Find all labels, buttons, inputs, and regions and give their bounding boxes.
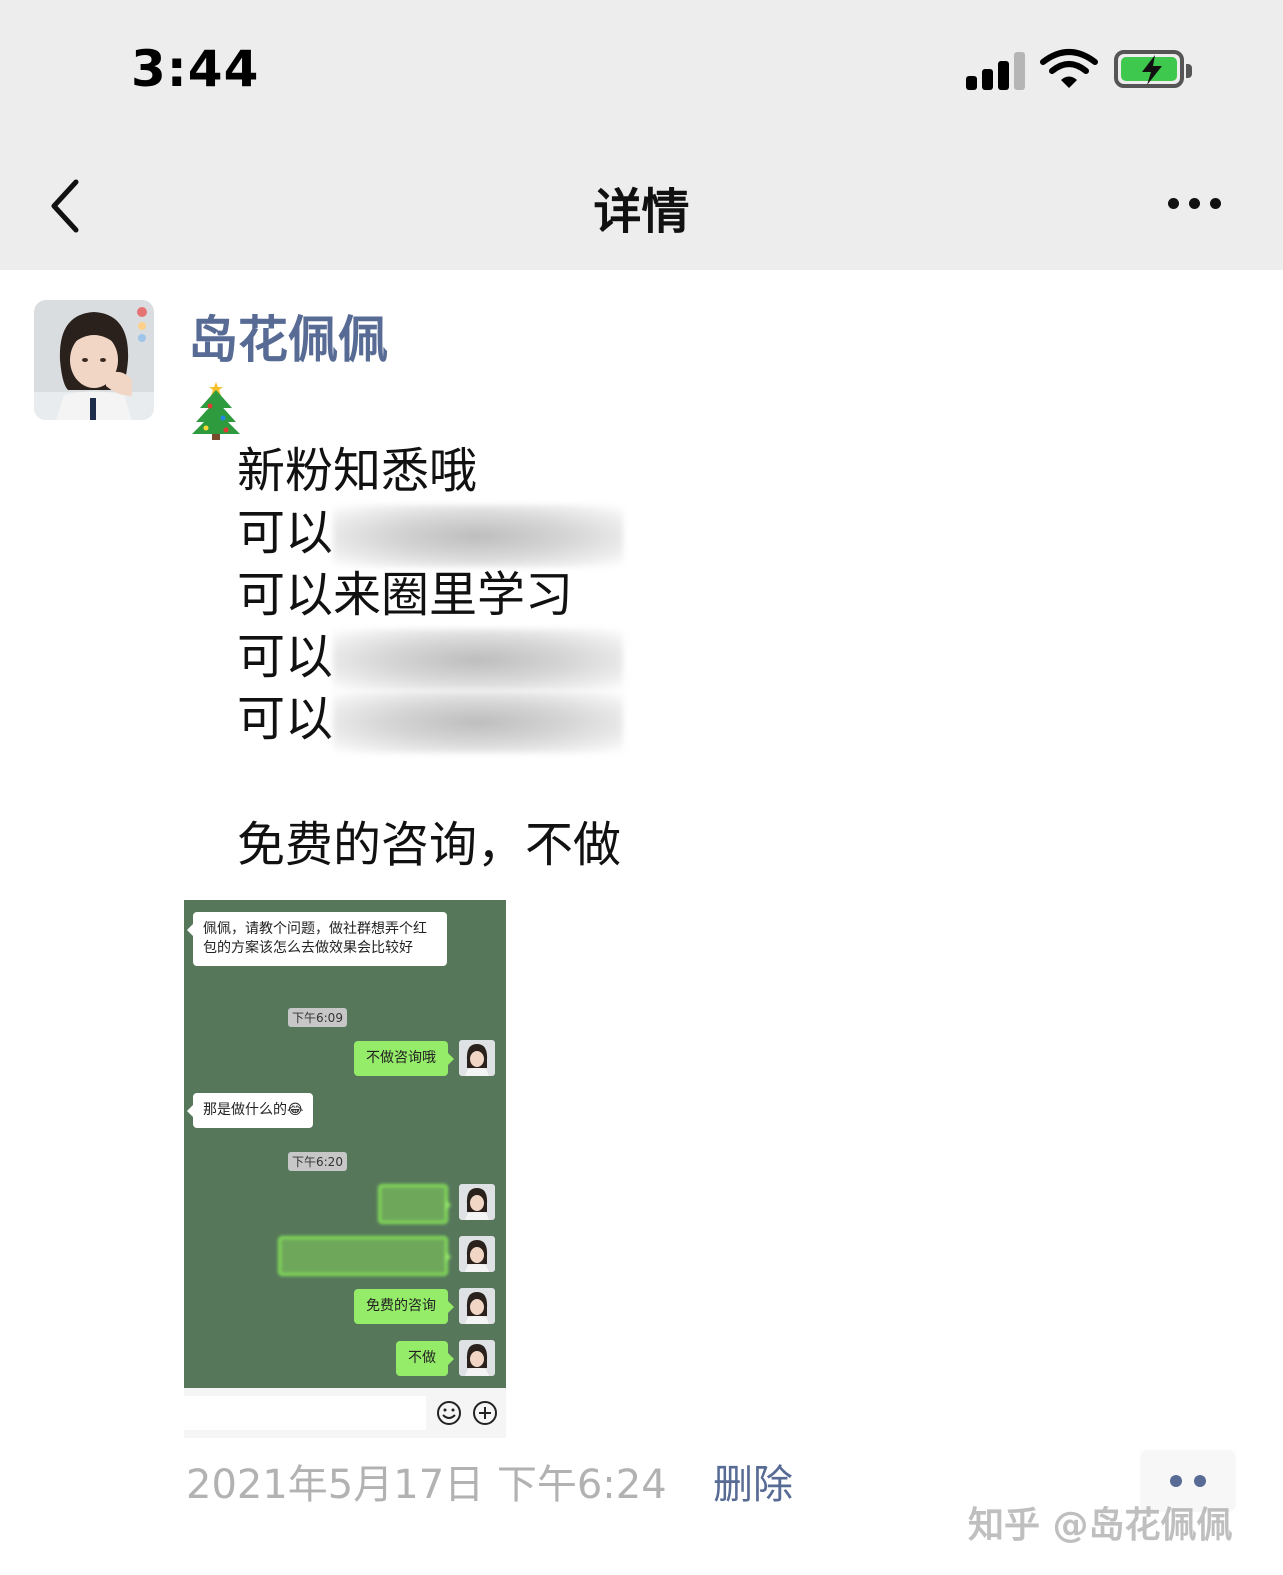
plus-icon bbox=[473, 1401, 497, 1425]
chat-bubble-redacted bbox=[378, 1184, 451, 1224]
chat-bubble-redacted bbox=[278, 1236, 451, 1276]
battery-charging-icon bbox=[1114, 50, 1192, 88]
chat-bubble-outgoing: 不做 bbox=[396, 1341, 454, 1376]
chat-bubble-outgoing: 免费的咨询 bbox=[354, 1289, 454, 1324]
more-options-button[interactable] bbox=[1160, 192, 1230, 218]
chat-bubble-incoming: 那是做什么的😂 bbox=[186, 1093, 314, 1128]
chat-input-field bbox=[184, 1396, 426, 1430]
chat-timestamp: 下午6:20 bbox=[288, 1152, 347, 1171]
chat-avatar bbox=[459, 1340, 495, 1376]
post-line: 免费的咨询，不做 bbox=[237, 817, 622, 873]
cellular-signal-icon bbox=[966, 50, 1026, 90]
chat-bubble-outgoing: 不做咨询哦 bbox=[354, 1041, 454, 1076]
post-line-redacted: 可以 bbox=[237, 688, 624, 753]
post-line-prefix: 可以 bbox=[237, 505, 334, 561]
redaction-blur bbox=[333, 691, 624, 753]
post-body: 新粉知悉哦 可以 可以来圈里学习 可以 可以 免费的咨询，不做 bbox=[237, 440, 624, 876]
chat-bubble-incoming: 佩佩，请教个问题，做社群想弄个红包的方案该怎么去做效果会比较好 bbox=[187, 912, 447, 966]
chat-avatar bbox=[459, 1288, 495, 1324]
post-line: 可以来圈里学习 bbox=[237, 567, 574, 623]
chat-input-bar bbox=[184, 1388, 506, 1438]
redaction-blur bbox=[333, 505, 624, 567]
chat-avatar bbox=[459, 1184, 495, 1220]
chat-timestamp: 下午6:09 bbox=[288, 1008, 347, 1027]
author-avatar[interactable] bbox=[34, 300, 154, 420]
author-name-link[interactable]: 岛花佩佩 bbox=[188, 300, 388, 372]
post-line-redacted: 可以 bbox=[237, 502, 624, 567]
status-time: 3:44 bbox=[131, 40, 260, 98]
redaction-blur bbox=[333, 629, 624, 691]
attached-chat-screenshot[interactable]: 佩佩，请教个问题，做社群想弄个红包的方案该怎么去做效果会比较好 下午6:09 不… bbox=[184, 900, 506, 1438]
wifi-icon bbox=[1040, 49, 1098, 88]
chat-avatar bbox=[459, 1236, 495, 1272]
post-line-prefix: 可以 bbox=[237, 629, 334, 685]
post-line-redacted: 可以 bbox=[237, 626, 624, 691]
post-timestamp: 2021年5月17日 下午6:24 bbox=[186, 1462, 667, 1508]
post-line-prefix: 可以 bbox=[237, 691, 334, 747]
zhihu-watermark: 知乎 @岛花佩佩 bbox=[968, 1505, 1233, 1546]
delete-link[interactable]: 删除 bbox=[713, 1452, 793, 1510]
top-bar: 3:44 详情 bbox=[0, 0, 1283, 270]
christmas-tree-emoji bbox=[192, 382, 240, 440]
post-line: 新粉知悉哦 bbox=[237, 443, 478, 499]
page-title: 详情 bbox=[593, 184, 690, 240]
chat-avatar bbox=[459, 1040, 495, 1076]
emoji-icon bbox=[437, 1401, 461, 1425]
